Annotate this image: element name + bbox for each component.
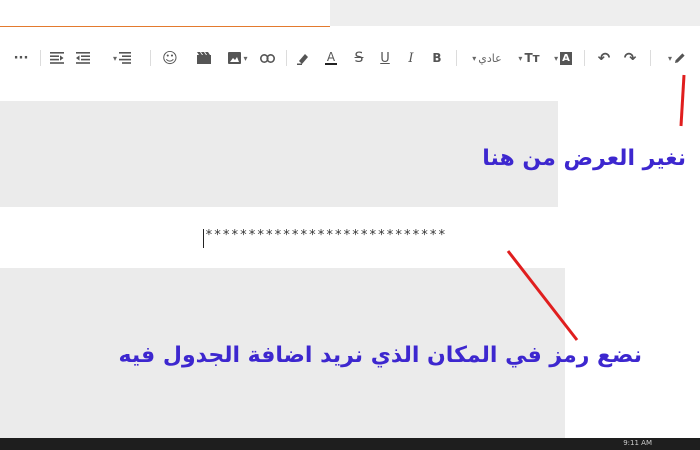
top-bar-right — [330, 0, 700, 26]
emoji-icon[interactable]: ☺ — [160, 48, 180, 68]
font-dropdown-label: عادي — [478, 51, 502, 65]
undo-icon[interactable]: ↶ — [594, 48, 614, 68]
format-dropdown[interactable]: ▾ A — [548, 48, 576, 68]
edit-mode-dropdown[interactable]: ▾ — [660, 48, 692, 68]
chevron-down-icon: ▾ — [518, 53, 523, 63]
outdent-icon[interactable] — [74, 48, 92, 68]
table-placeholder-symbol[interactable]: **************************** — [205, 228, 447, 243]
chevron-down-icon: ▾ — [243, 53, 248, 63]
text-color-swatch — [325, 62, 337, 65]
chevron-down-icon: ▾ — [472, 53, 477, 63]
highlight-color-icon[interactable] — [294, 48, 312, 68]
toolbar-separator — [584, 50, 585, 66]
text-size-icon: Tт — [524, 51, 540, 65]
video-icon[interactable] — [194, 48, 214, 68]
annotation-place-symbol: نضع رمز في المكان الذي نريد اضافة الجدول… — [118, 343, 642, 368]
alignment-dropdown[interactable]: ▾ — [106, 48, 136, 68]
strikethrough-button[interactable]: S — [350, 48, 368, 68]
toolbar-separator — [286, 50, 287, 66]
chevron-down-icon: ▾ — [112, 53, 117, 63]
toolbar-separator — [40, 50, 41, 66]
editor-toolbar: ··· ▾ ☺ ▾ A S U I B ▾ عادي ▾ Tт ▾ A ↶ ↷ … — [0, 40, 700, 76]
text-color-label: A — [326, 49, 336, 64]
arrow-to-edit-icon — [679, 74, 686, 127]
width-section — [0, 101, 558, 207]
underline-button[interactable]: U — [376, 48, 394, 68]
insert-image-dropdown[interactable]: ▾ — [226, 48, 252, 68]
link-icon[interactable] — [258, 48, 276, 68]
indent-icon[interactable] — [48, 48, 66, 68]
toolbar-separator — [650, 50, 651, 66]
bold-button[interactable]: B — [428, 48, 446, 68]
italic-button[interactable]: I — [402, 48, 420, 68]
status-bar — [0, 438, 700, 450]
format-icon: A — [560, 51, 572, 65]
top-bar — [0, 0, 330, 27]
chevron-down-icon: ▾ — [667, 53, 672, 63]
toolbar-separator — [150, 50, 151, 66]
toolbar-separator — [456, 50, 457, 66]
text-size-dropdown[interactable]: ▾ Tт — [514, 48, 542, 68]
chevron-down-icon: ▾ — [554, 53, 559, 63]
pencil-icon — [675, 53, 685, 63]
text-color-button[interactable]: A — [322, 48, 340, 68]
more-options-icon[interactable]: ··· — [12, 48, 30, 68]
annotation-change-width: نغير العرض من هنا — [482, 146, 686, 171]
text-cursor — [203, 229, 204, 248]
font-dropdown[interactable]: ▾ عادي — [465, 48, 507, 68]
clock: 9:11 AM — [623, 439, 652, 447]
redo-icon[interactable]: ↷ — [620, 48, 640, 68]
